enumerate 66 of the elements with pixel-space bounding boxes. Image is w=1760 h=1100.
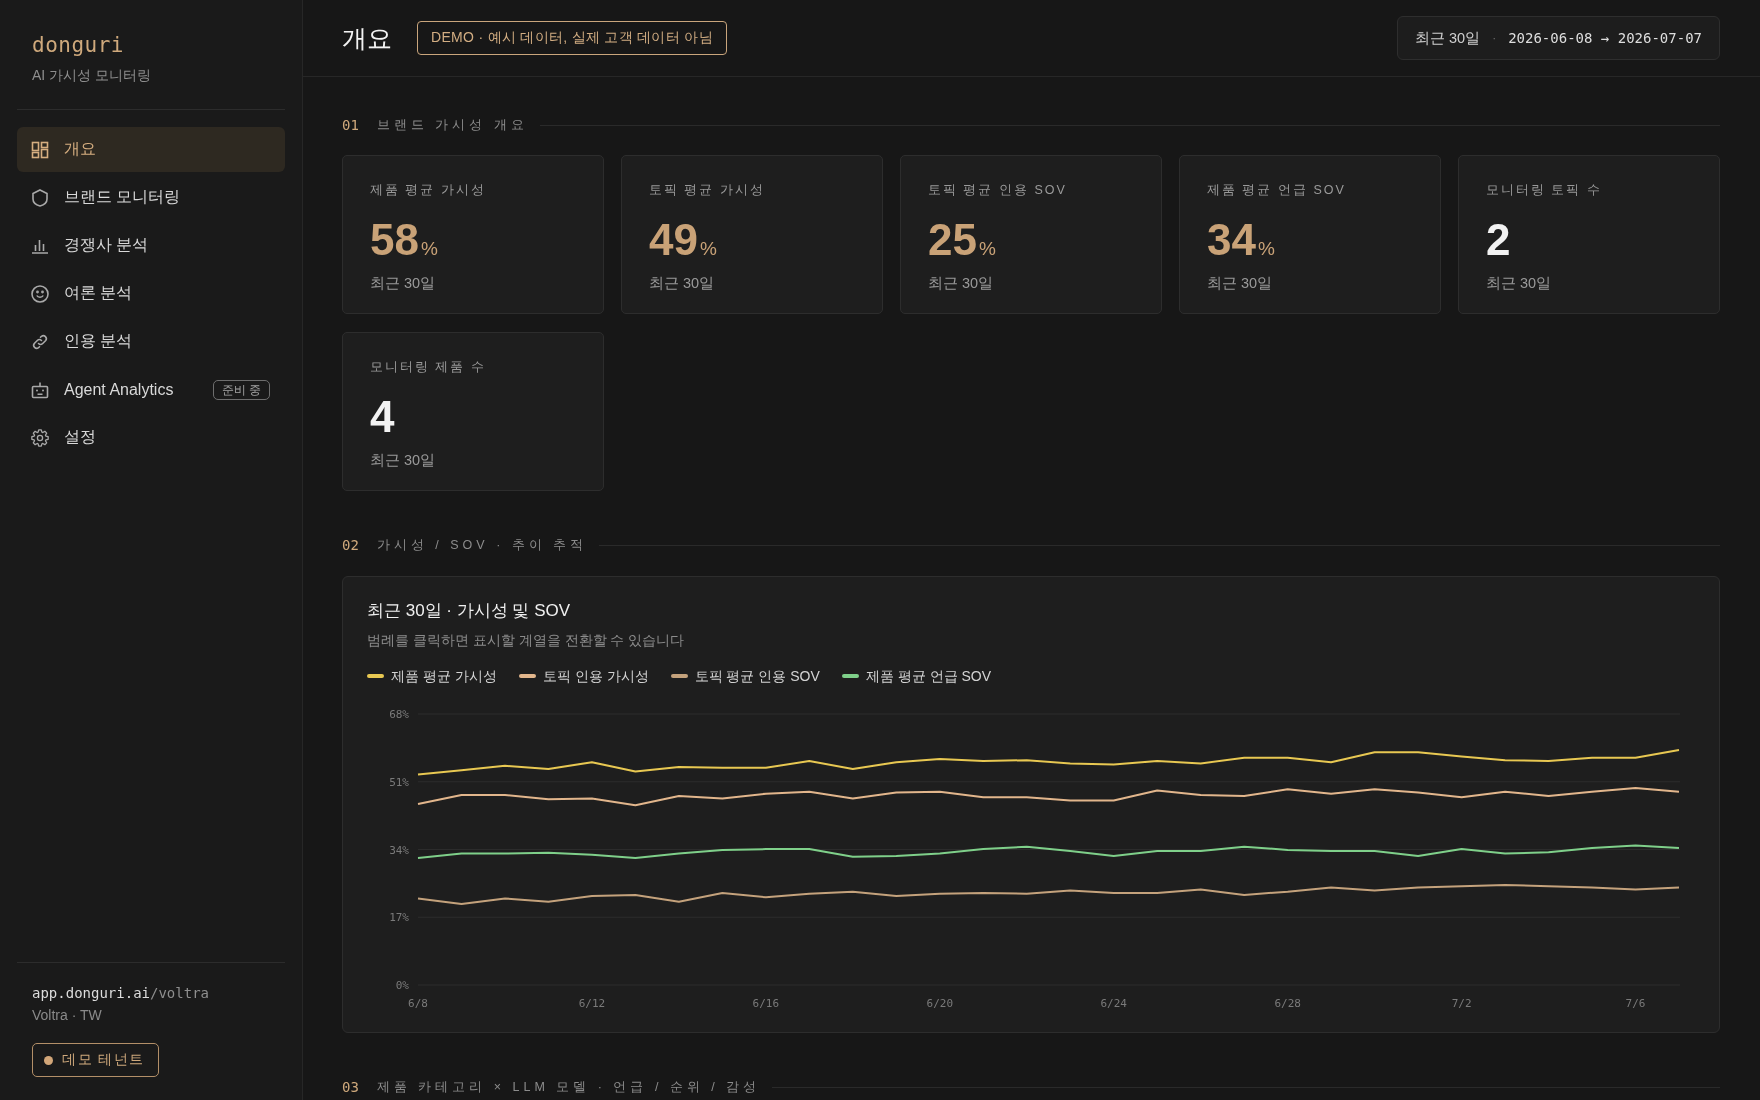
- metric-caption: 최근 30일: [1207, 274, 1274, 293]
- metric-value: 58%: [370, 215, 439, 265]
- nav-item[interactable]: 브랜드 모니터링: [17, 175, 285, 220]
- y-axis-label: 51%: [389, 775, 409, 789]
- x-axis-label: 6/24: [1100, 997, 1127, 1010]
- y-axis-label: 68%: [389, 708, 409, 721]
- section-number: 02: [342, 537, 359, 553]
- metric-label: 모니터링 제품 수: [370, 359, 487, 376]
- metric-label: 제품 평균 가시성: [370, 182, 487, 199]
- section-title: 브랜드 가시성 개요: [376, 116, 528, 134]
- metric-value: 34%: [1207, 215, 1276, 265]
- legend-item[interactable]: 제품 평균 가시성: [367, 666, 497, 686]
- section-title: 제품 카테고리 × LLM 모델 · 언급 / 순위 / 감성: [376, 1078, 761, 1096]
- chart-hint: 범례를 클릭하면 표시할 계열을 전환할 수 있습니다: [367, 631, 685, 650]
- page-title: 개요: [342, 23, 392, 54]
- metric-label: 제품 평균 언급 SOV: [1207, 182, 1347, 199]
- coming-soon-badge: 준비 중: [212, 379, 270, 400]
- legend-item[interactable]: 토픽 평균 인용 SOV: [670, 666, 820, 686]
- metric-value: 2: [1486, 215, 1512, 265]
- metric-label: 토픽 평균 가시성: [649, 182, 766, 199]
- y-axis-label: 34%: [389, 843, 409, 857]
- x-axis-label: 6/20: [926, 997, 954, 1010]
- workspace-url: app.donguri.ai/voltra: [31, 984, 210, 1003]
- nav-item[interactable]: 설정: [17, 415, 285, 460]
- metric-caption: 최근 30일: [649, 274, 716, 293]
- metric-value: 25%: [928, 215, 997, 265]
- nav-item[interactable]: Agent Analytics 준비 중: [17, 367, 285, 412]
- demo-badge: DEMO · 예시 데이터, 실제 고객 데이터 아님: [417, 21, 727, 55]
- tenant-name: Voltra · TW: [31, 1006, 102, 1025]
- metric-value: 49%: [649, 215, 718, 265]
- nav-item[interactable]: 개요: [17, 127, 285, 172]
- app-subtitle: AI 가시성 모니터링: [31, 66, 152, 85]
- chart-title: 최근 30일 · 가시성 및 SOV: [367, 600, 571, 622]
- metric-label: 모니터링 토픽 수: [1486, 182, 1603, 199]
- section-number: 01: [342, 117, 359, 133]
- x-axis-label: 7/2: [1451, 997, 1472, 1010]
- grid-icon: [31, 140, 49, 159]
- metric-caption: 최근 30일: [370, 274, 437, 293]
- x-axis-label: 6/16: [752, 997, 780, 1010]
- nav-item[interactable]: 경쟁사 분석: [17, 223, 285, 268]
- metric-caption: 최근 30일: [1486, 274, 1553, 293]
- metric-caption: 최근 30일: [928, 274, 995, 293]
- y-axis-label: 0%: [395, 979, 409, 992]
- x-axis-label: 6/8: [408, 997, 428, 1010]
- y-axis-label: 17%: [389, 911, 409, 925]
- demo-tenant-button[interactable]: 데모 테넌트: [32, 1043, 159, 1077]
- legend-item[interactable]: 제품 평균 언급 SOV: [841, 666, 992, 686]
- legend-item[interactable]: 토픽 인용 가시성: [518, 666, 649, 686]
- section-title: 가시성 / SOV · 추이 추적: [376, 536, 588, 554]
- link-icon: [31, 332, 49, 351]
- metric-label: 토픽 평균 인용 SOV: [928, 182, 1068, 199]
- section-number: 03: [342, 1079, 359, 1095]
- app-logo: donguri: [31, 32, 125, 59]
- x-axis-label: 6/12: [578, 997, 606, 1010]
- x-axis-label: 7/6: [1625, 997, 1646, 1010]
- shield-icon: [31, 188, 49, 207]
- metric-value: 4: [370, 392, 396, 442]
- date-range-picker[interactable]: 최근 30일 · 2026-06-08 → 2026-07-07: [1396, 16, 1720, 60]
- nav-item[interactable]: 인용 분석: [17, 319, 285, 364]
- settings-icon: [31, 428, 49, 447]
- nav-item[interactable]: 여론 분석: [17, 271, 285, 316]
- status-dot-icon: [44, 1055, 53, 1065]
- x-axis-label: 6/28: [1274, 997, 1301, 1010]
- smiley-icon: [31, 284, 49, 303]
- metric-caption: 최근 30일: [370, 451, 437, 470]
- robot-icon: [31, 380, 49, 399]
